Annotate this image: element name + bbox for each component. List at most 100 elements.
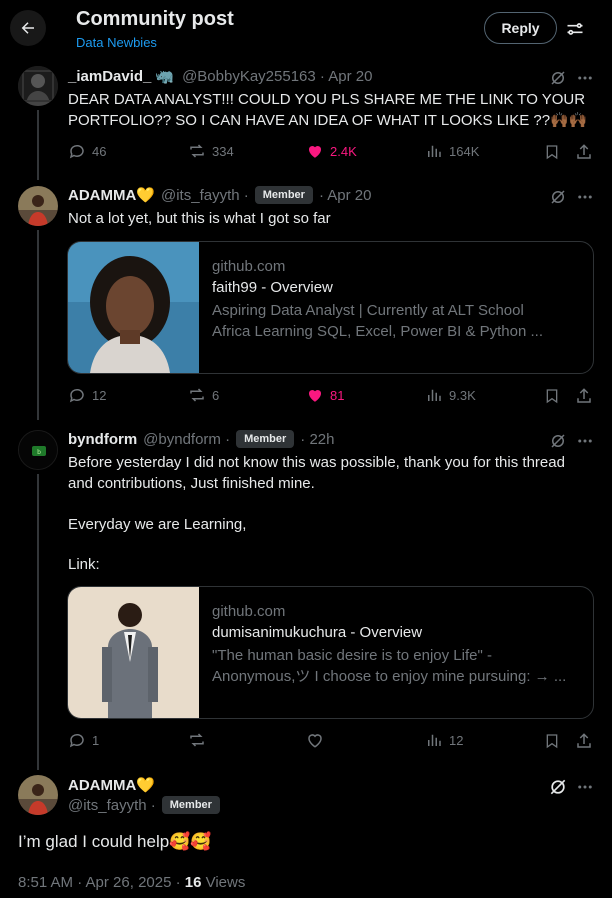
bookmark-button[interactable]: [542, 731, 562, 751]
more-icon: [578, 785, 592, 789]
reply-icon: [69, 144, 84, 159]
post-date[interactable]: · 22h: [300, 431, 334, 448]
card-description: Aspiring Data Analyst | Currently at ALT…: [212, 302, 524, 319]
repost-action[interactable]: [188, 731, 206, 749]
views-action[interactable]: 9.3K: [425, 386, 476, 404]
like-action[interactable]: [306, 731, 324, 749]
thread-line: [37, 230, 39, 420]
link-card[interactable]: github.com faith99 - Overview Aspiring D…: [67, 241, 594, 374]
more-button[interactable]: [575, 777, 595, 797]
card-image: [68, 242, 199, 373]
reply-icon: [69, 733, 84, 748]
views-icon: [428, 389, 441, 401]
grok-button[interactable]: [548, 431, 568, 451]
more-button[interactable]: [575, 187, 595, 207]
reply-count: 12: [92, 387, 107, 403]
more-icon: [578, 195, 592, 199]
views-label: Views: [201, 874, 246, 891]
more-icon: [578, 439, 592, 443]
repost-count: 6: [212, 387, 220, 403]
share-button[interactable]: [574, 731, 594, 751]
heart-outline-icon: [308, 734, 322, 748]
avatar[interactable]: [18, 66, 58, 106]
share-icon: [577, 144, 591, 159]
handle[interactable]: @byndform ·: [143, 431, 230, 448]
views-action[interactable]: 12: [425, 731, 463, 749]
heart-icon: [308, 145, 322, 158]
share-button[interactable]: [574, 386, 594, 406]
bookmark-button[interactable]: [542, 386, 562, 406]
member-badge: Member: [254, 186, 313, 204]
reply-action[interactable]: 1: [68, 731, 99, 749]
reply-count: 46: [92, 143, 107, 159]
display-name[interactable]: _iamDavid_: [68, 68, 151, 85]
avatar[interactable]: [18, 186, 58, 226]
link-card[interactable]: github.com dumisanimukuchura - Overview …: [67, 586, 594, 719]
view-count: 9.3K: [449, 387, 476, 403]
card-description: Africa Learning SQL, Excel, Power BI & P…: [212, 323, 543, 340]
grok-button[interactable]: [548, 187, 568, 207]
post-text: DEAR DATA ANALYST!!! COULD YOU PLS SHARE…: [68, 91, 588, 129]
repost-icon: [190, 144, 204, 158]
share-icon: [577, 388, 591, 403]
bookmark-icon: [546, 145, 558, 160]
display-name[interactable]: ADAMMA💛: [68, 186, 155, 204]
repost-icon: [190, 733, 204, 747]
post-timestamp[interactable]: 8:51 AM · Apr 26, 2025 ·: [18, 874, 185, 891]
bookmark-icon: [546, 389, 558, 404]
grok-icon: [550, 779, 566, 795]
reply-action[interactable]: 46: [68, 142, 106, 160]
share-button[interactable]: [574, 142, 594, 162]
community-link[interactable]: Data Newbies: [76, 35, 157, 50]
card-description: "The human basic desire is to enjoy Life…: [212, 647, 492, 664]
member-badge: Member: [236, 430, 295, 448]
display-name[interactable]: byndform: [68, 431, 137, 448]
card-domain: github.com: [212, 258, 286, 275]
grok-button[interactable]: [548, 777, 568, 797]
like-action[interactable]: 81: [306, 386, 344, 404]
views-action[interactable]: 164K: [425, 142, 479, 160]
reply-action[interactable]: 12: [68, 386, 106, 404]
reply-icon: [69, 388, 84, 403]
page-title: Community post: [76, 8, 234, 30]
reply-button[interactable]: Reply: [484, 12, 557, 44]
bookmark-icon: [546, 734, 558, 749]
grok-icon: [551, 71, 565, 85]
back-button[interactable]: [10, 10, 46, 46]
views-icon: [428, 145, 441, 157]
handle[interactable]: @its_fayyth ·: [161, 187, 249, 204]
settings-button[interactable]: [562, 16, 588, 42]
post-text: Link:: [68, 556, 100, 573]
display-name[interactable]: ADAMMA💛: [68, 776, 155, 794]
more-button[interactable]: [575, 431, 595, 451]
grok-icon: [551, 190, 565, 204]
grok-icon: [551, 434, 565, 448]
handle[interactable]: @BobbyKay255163 · Apr 20: [182, 68, 372, 85]
card-description: Anonymous,ツ I choose to enjoy mine pursu…: [212, 668, 567, 685]
like-action[interactable]: 2.4K: [306, 142, 357, 160]
view-count: 16: [184, 874, 202, 891]
like-count: 81: [330, 387, 345, 403]
bookmark-button[interactable]: [542, 142, 562, 162]
views-icon: [428, 734, 441, 746]
grok-button[interactable]: [548, 68, 568, 88]
more-button[interactable]: [575, 68, 595, 88]
thread-line: [37, 474, 39, 770]
card-domain: github.com: [212, 603, 286, 620]
card-title: faith99 - Overview: [212, 279, 333, 296]
more-icon: [578, 76, 592, 80]
name-emoji: 🦏: [155, 68, 175, 85]
sliders-icon: [567, 23, 583, 35]
repost-action[interactable]: 334: [188, 142, 234, 160]
view-count: 164K: [449, 143, 480, 159]
avatar[interactable]: b: [18, 430, 58, 470]
post-date[interactable]: · Apr 20: [319, 187, 372, 204]
avatar[interactable]: [18, 775, 58, 815]
handle[interactable]: @its_fayyth ·: [68, 797, 156, 814]
card-title: dumisanimukuchura - Overview: [212, 624, 423, 641]
view-count: 12: [449, 732, 464, 748]
post-text: Before yesterday I did not know this was…: [68, 454, 565, 471]
thread-line: [37, 110, 39, 180]
main-post-text: I’m glad I could help🥰🥰: [18, 832, 212, 851]
repost-action[interactable]: 6: [188, 386, 219, 404]
